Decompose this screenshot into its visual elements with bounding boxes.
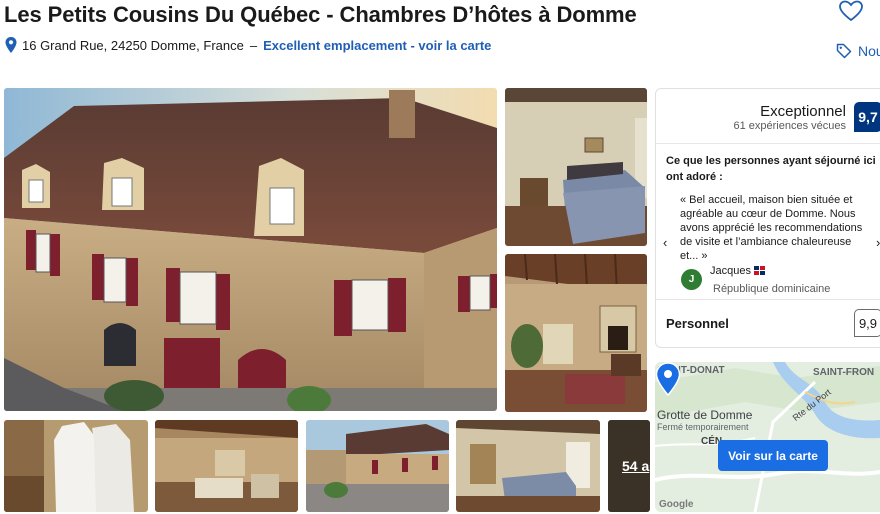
bedroom-photo[interactable] (505, 88, 647, 246)
review-prev-arrow[interactable]: ‹ (663, 235, 667, 250)
flag-icon (754, 266, 765, 275)
tag-button-label: Nou (858, 43, 880, 59)
map-poi-name: Grotte de Domme (657, 408, 753, 422)
review-panel: Exceptionnel 61 expériences vécues 9,7 C… (655, 88, 880, 348)
map-place-saint-fron: SAINT-FRON (813, 367, 875, 378)
page-title: Les Petits Cousins Du Québec - Chambres … (4, 2, 637, 27)
location-pin-icon (5, 37, 17, 53)
panel-divider (656, 143, 880, 144)
reviewer-country: République dominicaine (713, 283, 831, 295)
review-quote: « Bel accueil, maison bien située et agr… (680, 194, 863, 262)
map-poi-status: Fermé temporairement (657, 422, 749, 432)
category-score: 9,9 (854, 309, 880, 337)
tag-icon (836, 43, 852, 59)
bedroom-2-photo[interactable] (456, 420, 600, 512)
category-label: Personnel (666, 316, 729, 331)
score-badge[interactable]: 9,7 (854, 102, 880, 132)
address-row: 16 Grand Rue, 24250 Domme, France – Exce… (4, 36, 491, 54)
address-text: 16 Grand Rue, 24250 Domme, France (22, 37, 244, 53)
street-photo[interactable] (306, 420, 449, 512)
more-photos-label: 54 a (622, 458, 650, 474)
avatar: J (681, 269, 702, 290)
heart-icon[interactable] (838, 0, 864, 22)
living-room-photo[interactable] (505, 254, 647, 412)
rating-word: Exceptionnel (760, 103, 846, 120)
reviewer-name: Jacques (710, 265, 751, 277)
panel-divider (656, 299, 880, 300)
bathrobes-photo[interactable] (4, 420, 148, 512)
map-background (655, 362, 880, 512)
address-separator: – (249, 37, 258, 53)
location-map-link[interactable]: Excellent emplacement - voir la carte (263, 38, 491, 53)
more-photos-button[interactable]: 54 a (608, 420, 650, 512)
map-provider-logo: Google (659, 499, 694, 510)
view-map-button[interactable]: Voir sur la carte (718, 440, 828, 471)
price-tag-button[interactable]: Nou (836, 43, 880, 59)
loved-heading: Ce que les personnes ayant séjourné ici … (666, 155, 876, 183)
map-preview[interactable]: SAINT-DONAT SAINT-FRON Grotte de Domme F… (655, 362, 880, 512)
review-count[interactable]: 61 expériences vécues (733, 120, 846, 132)
map-marker-icon (655, 362, 681, 396)
review-next-arrow[interactable]: › (876, 235, 880, 250)
lounge-photo[interactable] (155, 420, 298, 512)
main-photo[interactable] (4, 88, 497, 411)
